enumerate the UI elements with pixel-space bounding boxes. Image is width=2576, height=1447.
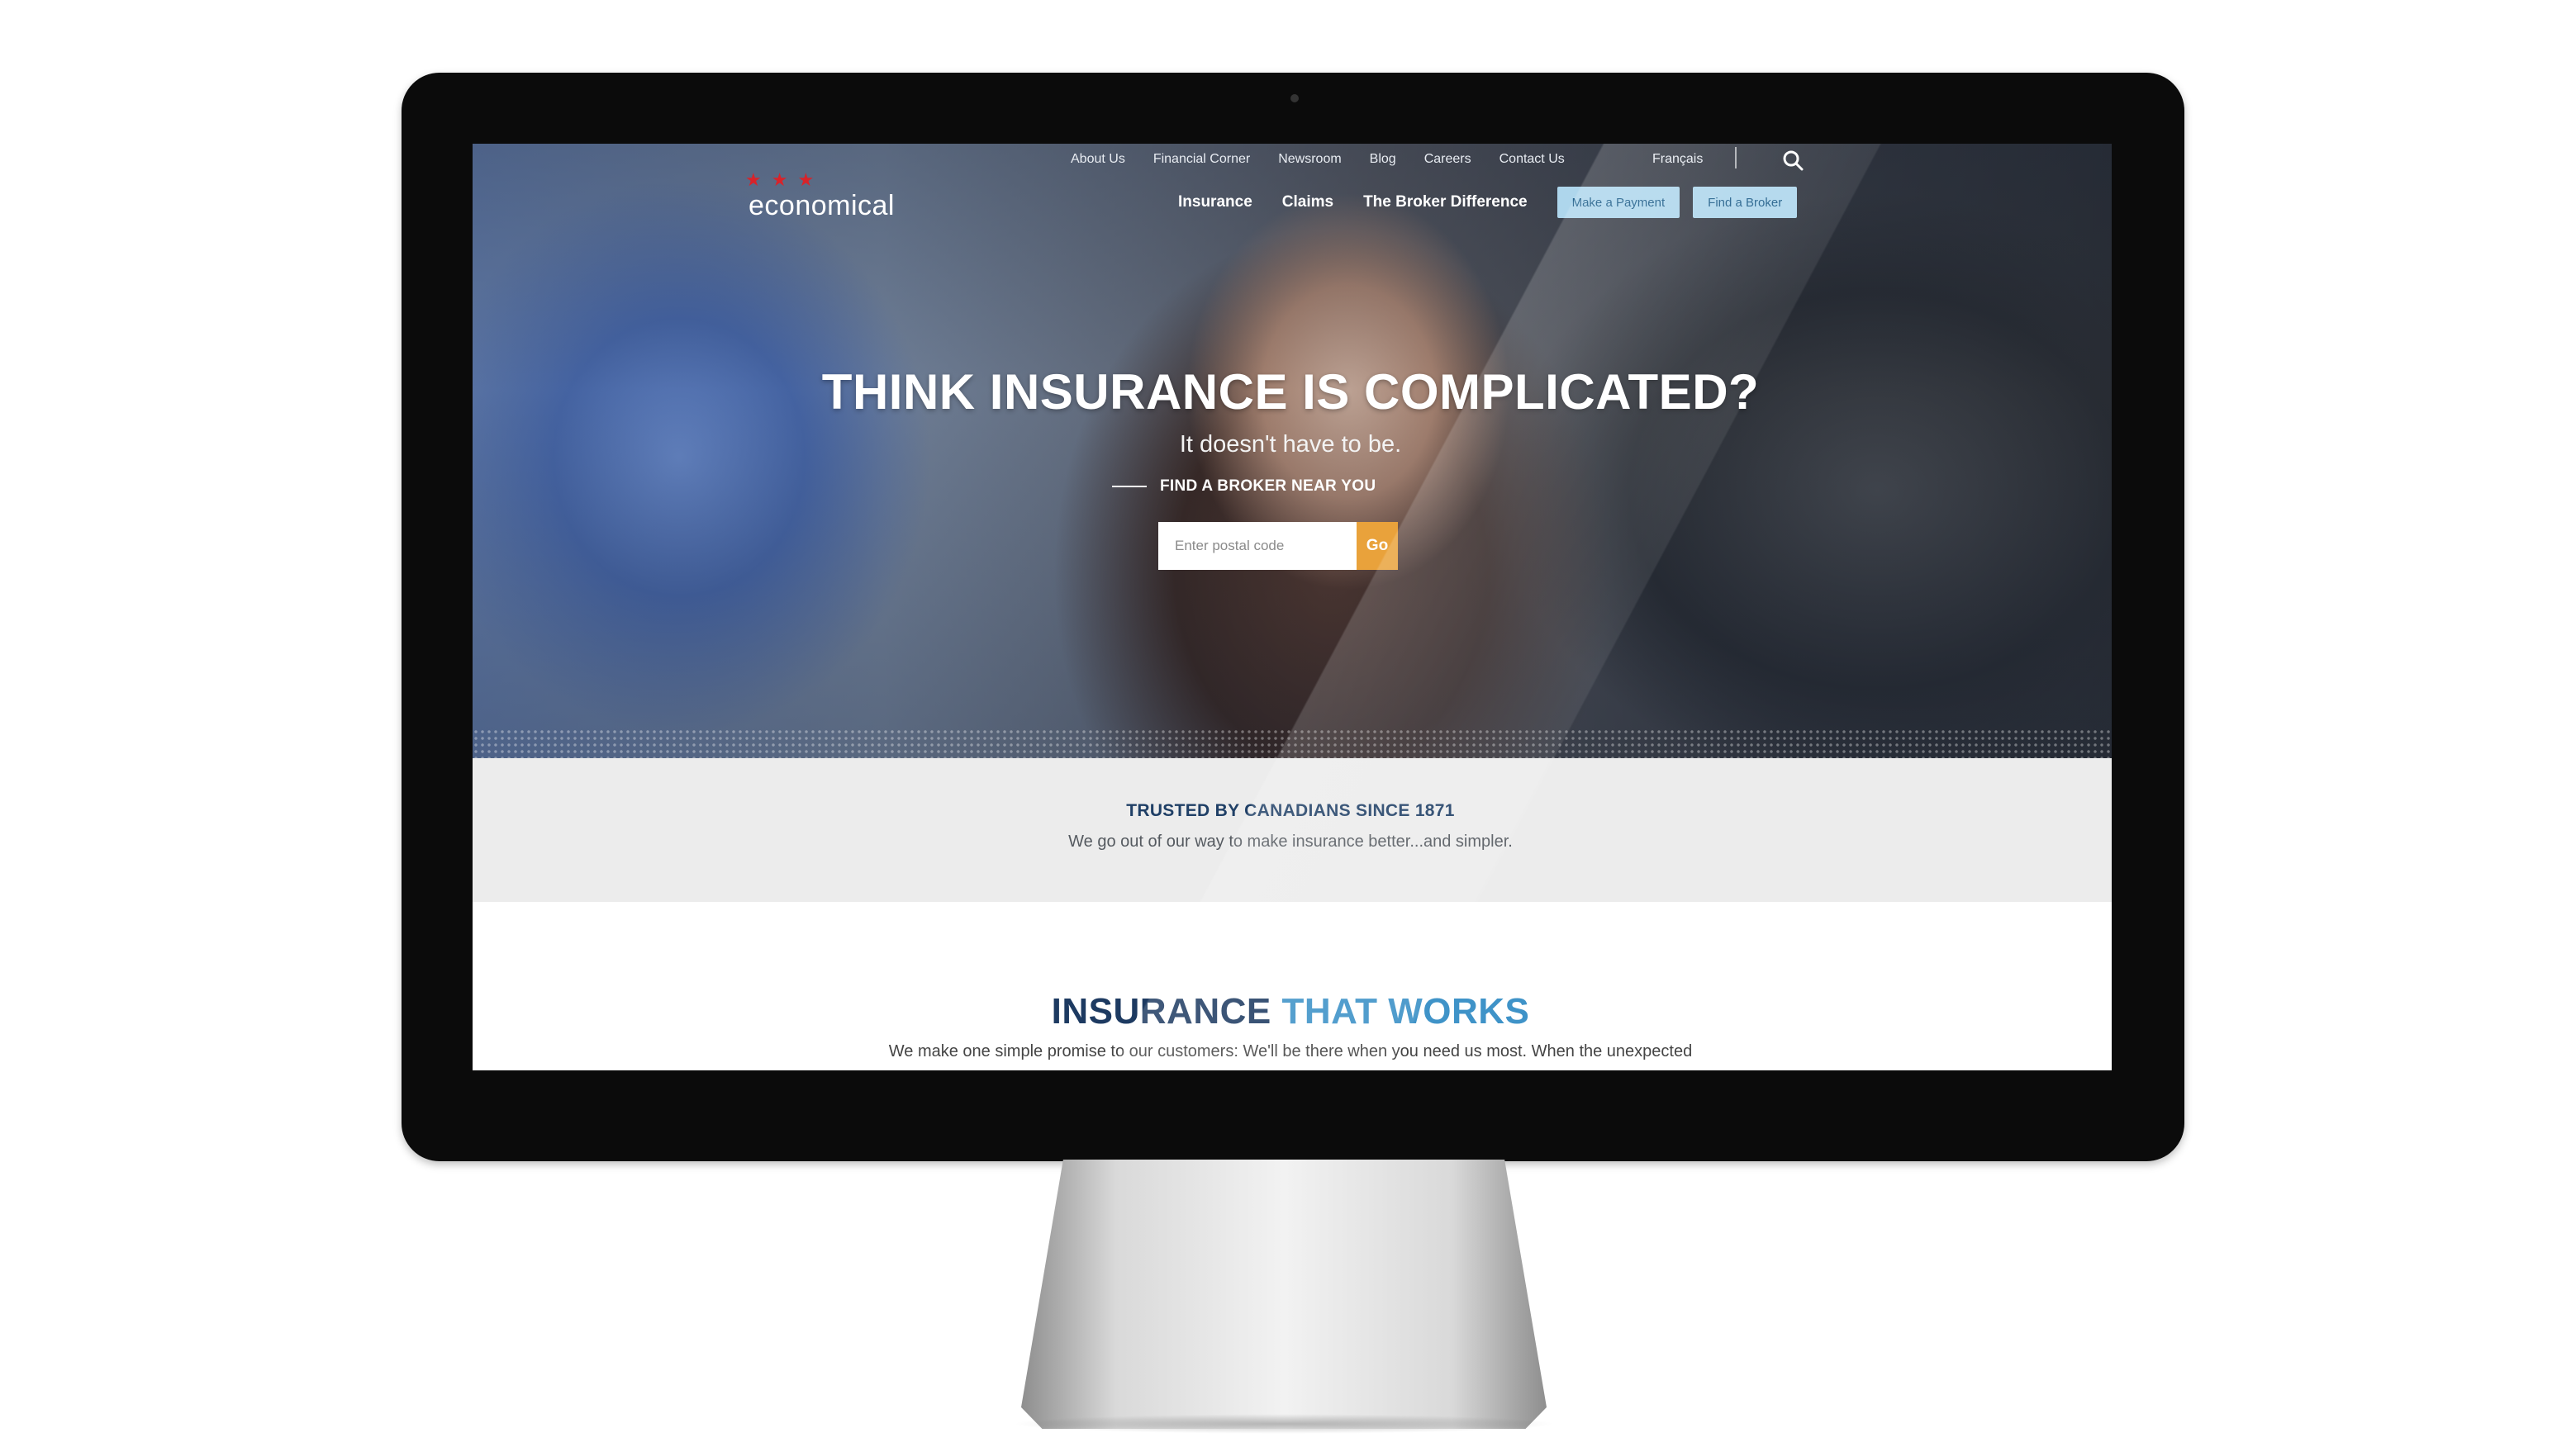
find-broker-text: FIND A BROKER NEAR YOU	[1160, 477, 1376, 495]
util-link-newsroom[interactable]: Newsroom	[1278, 152, 1341, 167]
site-logo[interactable]: ★ ★ ★ economical	[745, 171, 895, 222]
logo-text: economical	[749, 190, 895, 221]
search-icon[interactable]	[1781, 149, 1804, 172]
insurance-that-works-section: INSURANCE THAT WORKS We make one simple …	[473, 902, 2112, 1070]
go-button[interactable]: Go	[1357, 522, 1398, 570]
find-broker-button[interactable]: Find a Broker	[1693, 187, 1798, 218]
hero-dot-pattern	[473, 728, 2112, 758]
util-link-about-us[interactable]: About Us	[1071, 152, 1125, 167]
hero-title: THINK INSURANCE IS COMPLICATED?	[821, 364, 1760, 420]
utility-nav: About Us Financial Corner Newsroom Blog …	[1071, 147, 1593, 172]
util-link-careers[interactable]: Careers	[1424, 152, 1471, 167]
util-link-blog[interactable]: Blog	[1370, 152, 1396, 167]
website-screen: ★ ★ ★ economical About Us Financial Corn…	[473, 144, 2112, 1070]
hero-subtitle: It doesn't have to be.	[1179, 431, 1402, 458]
logo-stars: ★ ★ ★	[745, 169, 895, 190]
util-link-financial-corner[interactable]: Financial Corner	[1153, 152, 1250, 167]
trusted-title: TRUSTED BY CANADIANS SINCE 1871	[1126, 801, 1455, 820]
nav-insurance[interactable]: Insurance	[1178, 193, 1252, 211]
star-icon: ★	[745, 169, 762, 190]
star-icon: ★	[797, 169, 815, 190]
nav-broker-difference[interactable]: The Broker Difference	[1363, 193, 1528, 211]
label-line	[1112, 486, 1147, 487]
monitor-stand-shadow	[1011, 1414, 1557, 1434]
trusted-subtitle: We go out of our way to make insurance b…	[1068, 833, 1513, 851]
main-nav: Insurance Claims The Broker Difference M…	[1178, 185, 1810, 220]
nav-divider	[1735, 147, 1737, 168]
trusted-section: TRUSTED BY CANADIANS SINCE 1871 We go ou…	[473, 758, 2112, 902]
works-subtitle: We make one simple promise to our custom…	[888, 1042, 1693, 1060]
nav-claims[interactable]: Claims	[1282, 193, 1333, 211]
postal-code-input[interactable]	[1158, 522, 1357, 570]
monitor-stand	[1021, 1160, 1547, 1429]
util-link-contact-us[interactable]: Contact Us	[1499, 152, 1565, 167]
works-title-light: THAT WORKS	[1281, 991, 1530, 1032]
star-icon: ★	[771, 169, 788, 190]
camera-dot	[1290, 94, 1299, 102]
make-payment-button[interactable]: Make a Payment	[1557, 187, 1680, 218]
language-toggle[interactable]: Français	[1652, 152, 1703, 167]
postal-code-form: Go	[1158, 522, 1398, 570]
works-title: INSURANCE THAT WORKS	[473, 991, 2108, 1032]
works-title-dark: INSURANCE	[1051, 991, 1282, 1032]
find-broker-label: FIND A BROKER NEAR YOU	[1112, 477, 1376, 496]
